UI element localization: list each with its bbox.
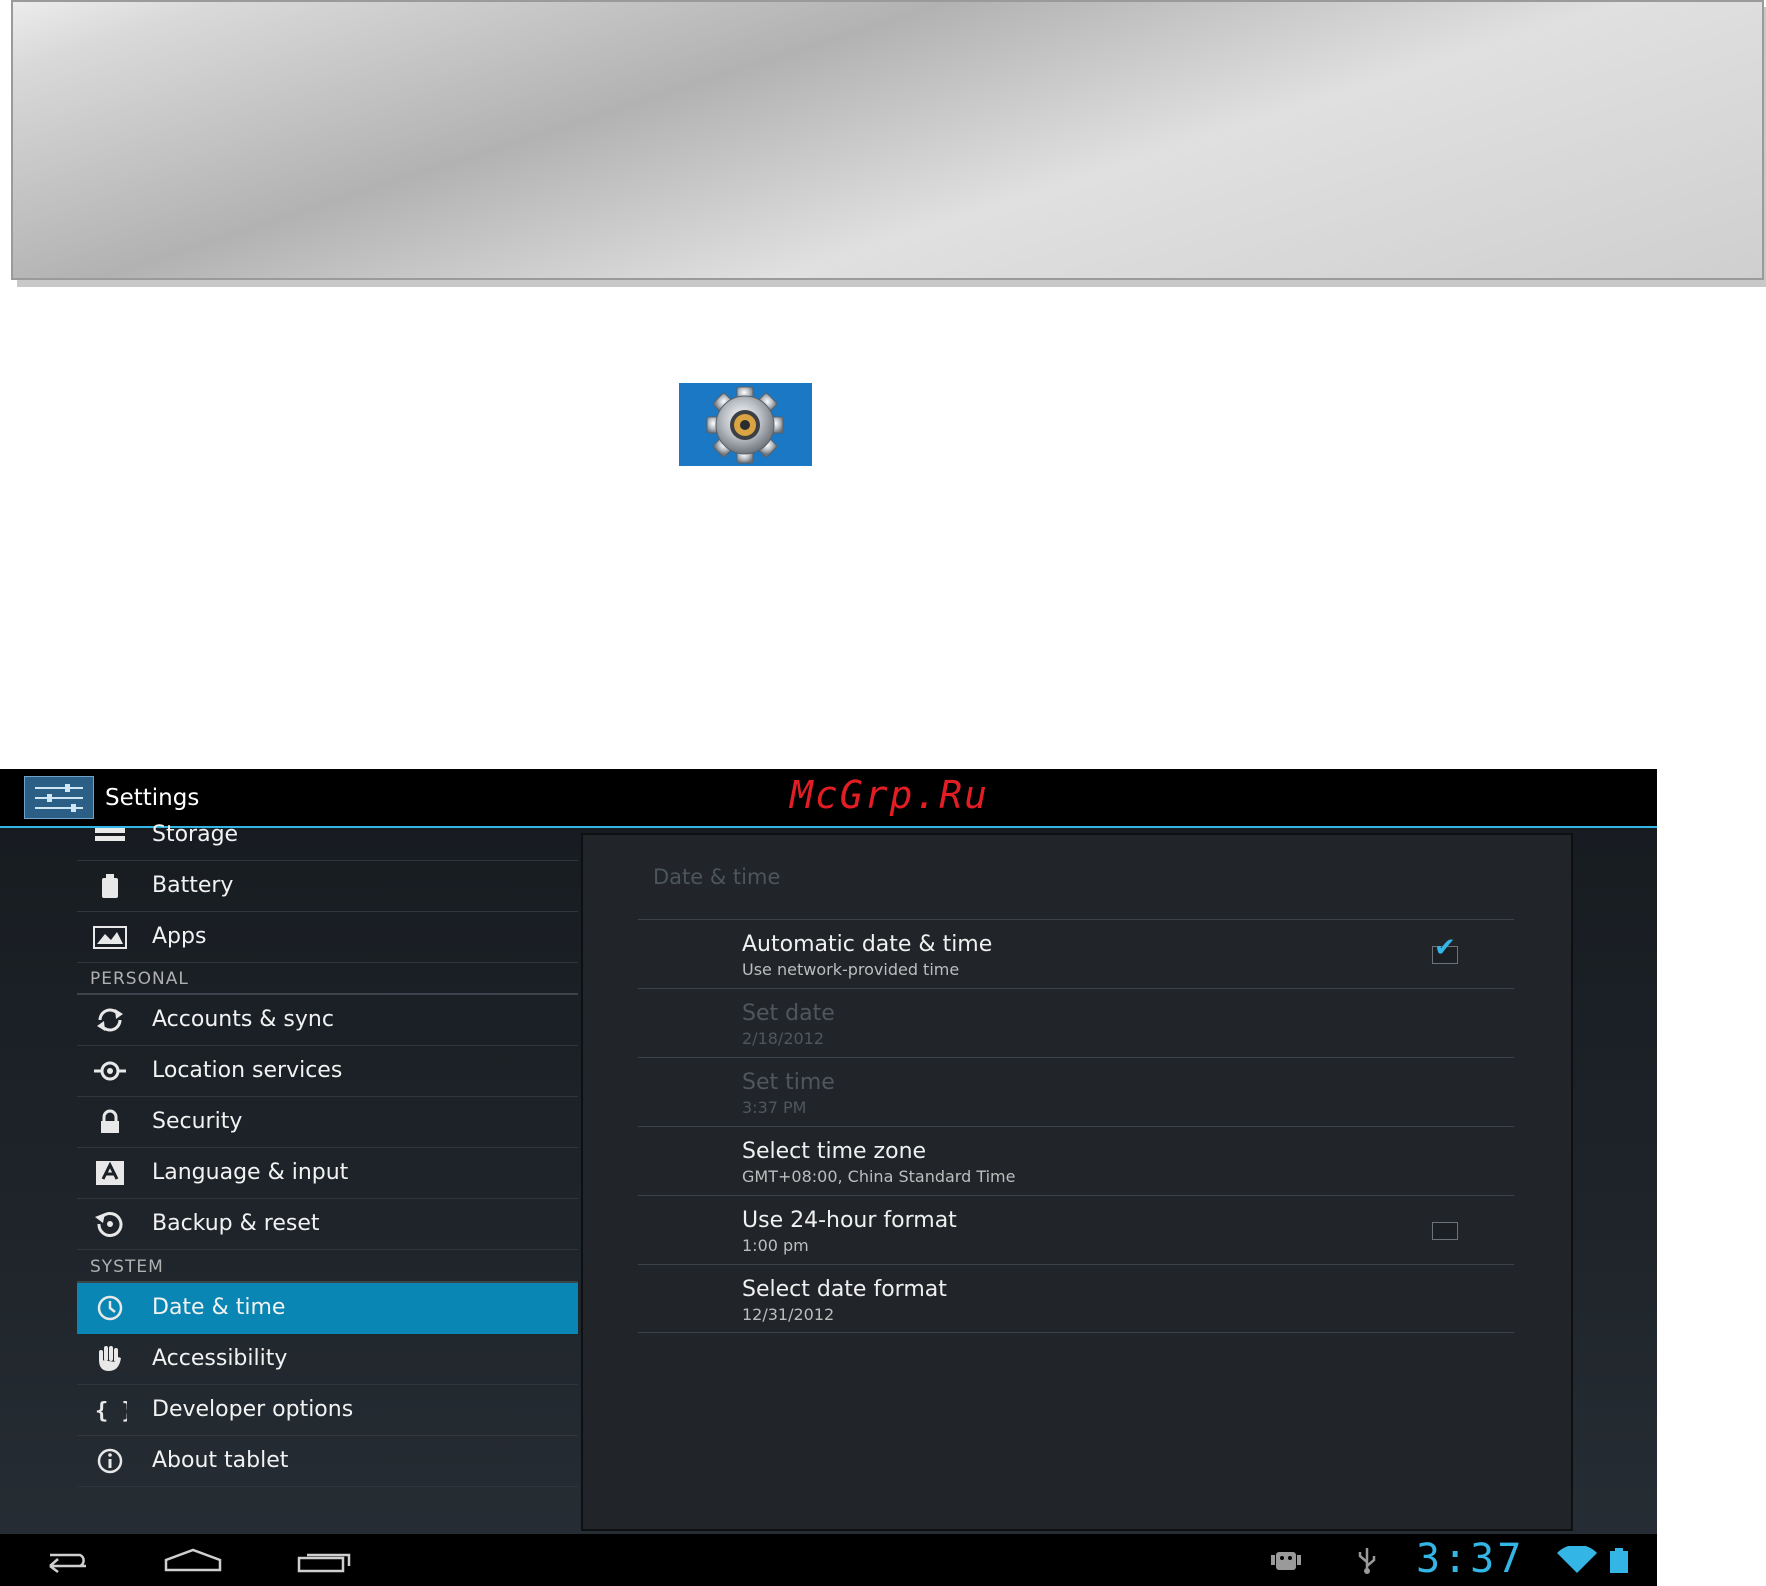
list-item-label: Accounts & sync <box>152 1007 334 1032</box>
list-item-accounts-sync[interactable]: Accounts & sync <box>77 995 578 1046</box>
list-item-label: Developer options <box>152 1397 354 1422</box>
list-item-label: Storage <box>152 822 239 847</box>
panel-title: Date & time <box>653 865 781 889</box>
list-item-storage[interactable]: Storage <box>77 810 578 861</box>
list-item-about-tablet[interactable]: About tablet <box>77 1436 578 1487</box>
settings-category-list: Storage Battery Apps PERSONAL Accounts &… <box>0 822 578 1504</box>
automatic-date-time-checkbox[interactable]: ✔ <box>1432 933 1458 964</box>
battery-icon <box>93 873 127 899</box>
list-item-date-time[interactable]: Date & time <box>77 1283 578 1334</box>
pref-automatic-date-time[interactable]: Automatic date & time Use network-provid… <box>638 919 1514 988</box>
apps-icon <box>93 924 127 950</box>
android-debug-icon <box>1268 1546 1304 1574</box>
status-clock: 3:37 <box>1416 1536 1525 1582</box>
list-item-label: Date & time <box>152 1295 286 1320</box>
list-item-backup-reset[interactable]: Backup & reset <box>77 1199 578 1250</box>
list-item-language-input[interactable]: Language & input <box>77 1148 578 1199</box>
list-item-security[interactable]: Security <box>77 1097 578 1148</box>
pref-title: Select date format <box>742 1277 947 1302</box>
section-header-personal: PERSONAL <box>90 969 189 989</box>
usb-icon <box>1352 1546 1382 1574</box>
clock-icon <box>93 1295 127 1321</box>
list-item-label: Location services <box>152 1058 343 1083</box>
document-header-band <box>11 0 1764 280</box>
hand-icon <box>93 1346 127 1372</box>
list-item-label: Apps <box>152 924 207 949</box>
battery-status-icon <box>1607 1546 1631 1574</box>
pref-summary: 3:37 PM <box>742 1098 807 1117</box>
home-button[interactable] <box>162 1546 224 1574</box>
pref-set-time: Set time 3:37 PM <box>638 1057 1514 1126</box>
list-item-label: About tablet <box>152 1448 289 1473</box>
list-item-label: Security <box>152 1109 243 1134</box>
android-settings-screen: Settings McGrp.Ru Storage Battery Apps P… <box>0 769 1657 1586</box>
location-icon <box>93 1058 127 1084</box>
section-header-system: SYSTEM <box>90 1257 164 1277</box>
pref-title: Automatic date & time <box>742 932 993 957</box>
use-24-hour-format-checkbox[interactable] <box>1432 1222 1458 1240</box>
back-button[interactable] <box>36 1546 92 1574</box>
storage-icon <box>93 822 127 848</box>
list-item-location-services[interactable]: Location services <box>77 1046 578 1097</box>
svg-text:{ }: { } <box>95 1399 127 1423</box>
list-item-label: Language & input <box>152 1160 349 1185</box>
pref-title: Select time zone <box>742 1139 927 1164</box>
backup-icon <box>93 1211 127 1237</box>
info-icon <box>93 1448 127 1474</box>
pref-summary: 12/31/2012 <box>742 1305 835 1324</box>
wifi-icon <box>1555 1544 1599 1574</box>
watermark: McGrp.Ru <box>790 773 990 817</box>
language-icon <box>93 1160 127 1186</box>
list-item-accessibility[interactable]: Accessibility <box>77 1334 578 1385</box>
pref-set-date: Set date 2/18/2012 <box>638 988 1514 1057</box>
pref-summary: GMT+08:00, China Standard Time <box>742 1167 1016 1186</box>
list-item-label: Battery <box>152 873 234 898</box>
pref-summary: 1:00 pm <box>742 1236 809 1255</box>
pref-title: Use 24-hour format <box>742 1208 957 1233</box>
pref-select-date-format[interactable]: Select date format 12/31/2012 <box>638 1264 1514 1333</box>
settings-gear-icon <box>679 383 812 466</box>
pref-select-time-zone[interactable]: Select time zone GMT+08:00, China Standa… <box>638 1126 1514 1195</box>
pref-summary: 2/18/2012 <box>742 1029 825 1048</box>
list-item-developer-options[interactable]: { } Developer options <box>77 1385 578 1436</box>
list-item-label: Backup & reset <box>152 1211 320 1236</box>
lock-icon <box>93 1109 127 1135</box>
app-title: Settings <box>105 785 200 811</box>
list-item-battery[interactable]: Battery <box>77 861 578 912</box>
system-navigation-bar: 3:37 <box>0 1534 1657 1586</box>
recent-apps-button[interactable] <box>295 1546 355 1574</box>
pref-summary: Use network-provided time <box>742 960 960 979</box>
pref-title: Set date <box>742 1001 835 1026</box>
sync-icon <box>93 1007 127 1033</box>
pref-use-24-hour-format[interactable]: Use 24-hour format 1:00 pm <box>638 1195 1514 1264</box>
checkmark-icon: ✔ <box>1434 933 1456 963</box>
braces-icon: { } <box>93 1397 135 1424</box>
list-item-apps[interactable]: Apps <box>77 912 578 963</box>
pref-title: Set time <box>742 1070 835 1095</box>
list-item-label: Accessibility <box>152 1346 288 1371</box>
date-time-detail-panel: Date & time Automatic date & time Use ne… <box>581 833 1573 1531</box>
